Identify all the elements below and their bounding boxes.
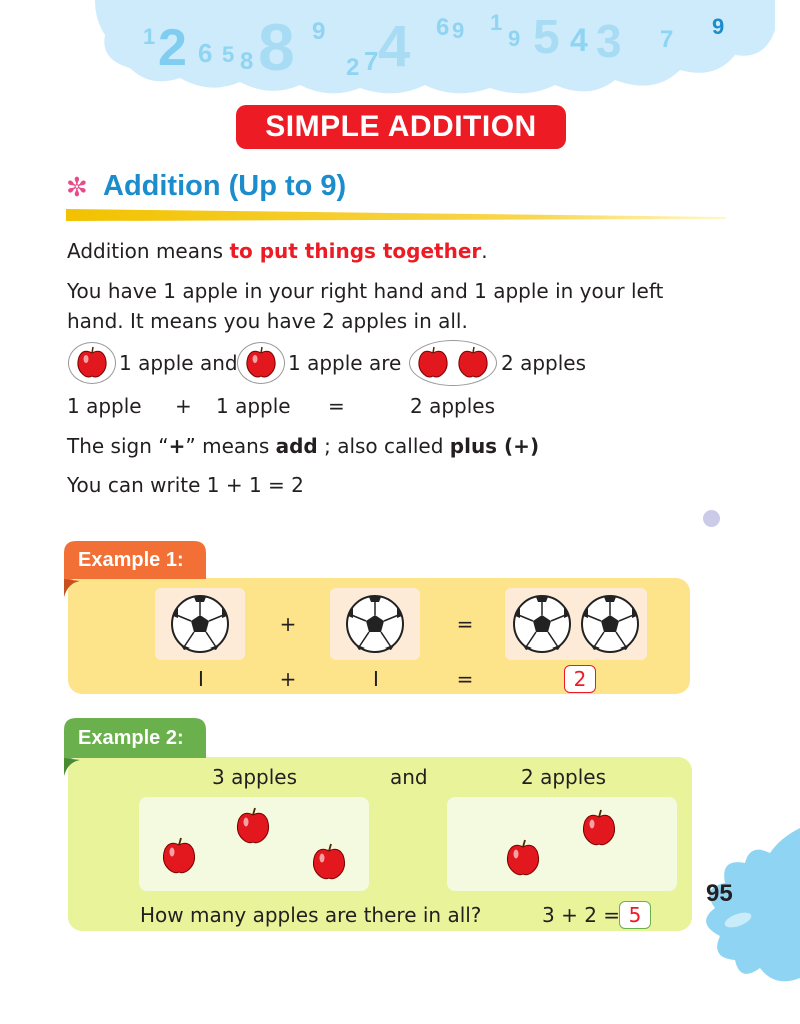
apple-oval <box>237 342 285 384</box>
flower-icon: ✼ <box>66 173 88 203</box>
right-group-label: 2 apples <box>521 765 607 789</box>
digit: 9 <box>508 26 521 51</box>
digit: 1 <box>143 24 156 49</box>
apple-icon <box>237 807 269 844</box>
text: ” means <box>185 434 276 458</box>
bold-text: plus (+) <box>449 434 540 458</box>
apple-icon <box>313 843 345 880</box>
sign-line: The sign “+” means add ; also called plu… <box>67 433 539 459</box>
apple-icon <box>77 346 107 378</box>
text: . <box>481 239 488 263</box>
digit: 9 <box>312 18 326 45</box>
football-icon <box>581 595 639 653</box>
apple-icon <box>583 809 615 846</box>
left-group-label: 3 apples <box>212 765 298 789</box>
left-apples-box <box>139 797 369 891</box>
definition-line: Addition means to put things together. <box>67 238 488 264</box>
apple-icon <box>246 346 276 378</box>
and-label: and <box>390 765 428 789</box>
bold-text: add <box>275 434 318 458</box>
paragraph-line: You have 1 apple in your right hand and … <box>67 279 664 303</box>
section-title: Addition (Up to 9) <box>103 170 347 202</box>
digit: 8 <box>240 48 254 75</box>
page-number: 95 <box>706 880 733 907</box>
digit: 7 <box>364 46 379 76</box>
example2-label: Example 2: <box>78 727 184 749</box>
page-splash <box>706 828 800 982</box>
football-icon <box>513 595 571 653</box>
digit: 5 <box>533 11 560 64</box>
section-underline <box>66 209 726 221</box>
equals-sign: = <box>456 667 474 691</box>
apples-oval <box>409 340 497 386</box>
digit: 4 <box>570 22 588 58</box>
digit: 8 <box>258 10 295 84</box>
apple-icon <box>458 346 488 378</box>
count-1: I <box>198 667 204 691</box>
count-2: I <box>373 667 379 691</box>
digit: 2 <box>346 54 360 81</box>
football-icon <box>346 595 404 653</box>
ball-box <box>505 588 647 660</box>
digit: 9 <box>712 14 725 39</box>
text: ; also called <box>317 434 450 458</box>
apple-text: 1 apple are <box>288 351 402 375</box>
apple-text: 1 apple and <box>119 351 238 375</box>
apple-icon <box>163 837 195 874</box>
page-title: SIMPLE ADDITION <box>236 105 566 149</box>
apple-oval <box>68 342 116 384</box>
bold-text: + <box>168 434 186 458</box>
plus-sign: + <box>175 394 192 418</box>
equation-text: 3 + 2 = <box>542 903 621 927</box>
apple-icon <box>418 346 448 378</box>
digit: 4 <box>378 14 411 79</box>
question-text: How many apples are there in all? <box>140 903 482 927</box>
football-icon <box>171 595 229 653</box>
digit: 1 <box>490 10 503 35</box>
answer-box: 2 <box>564 665 596 693</box>
word-b: 1 apple <box>216 394 291 418</box>
equals-sign: = <box>456 612 474 636</box>
word-c: 2 apples <box>410 394 496 418</box>
word-a: 1 apple <box>67 394 142 418</box>
apple-icon <box>507 839 539 876</box>
equals-sign: = <box>328 394 345 418</box>
digit: 5 <box>222 42 235 67</box>
ball-box <box>330 588 420 660</box>
decor-dot <box>703 510 720 527</box>
ball-box <box>155 588 245 660</box>
paragraph-line: hand. It means you have 2 apples in all. <box>67 309 468 333</box>
digit: 7 <box>660 26 674 53</box>
header-digits: 1 2 6 5 8 8 9 2 7 4 6 9 1 9 5 4 3 7 9 <box>0 0 800 100</box>
text: The sign “ <box>67 434 169 458</box>
text: Addition means <box>67 239 230 263</box>
highlight-text: to put things together <box>229 239 482 263</box>
digit: 6 <box>198 38 213 68</box>
digit: 9 <box>452 18 465 43</box>
plus-sign: + <box>279 612 297 636</box>
digit: 3 <box>596 15 622 67</box>
plus-sign: + <box>279 667 297 691</box>
answer-box: 5 <box>619 901 651 929</box>
apple-text: 2 apples <box>501 351 587 375</box>
write-line: You can write 1 + 1 = 2 <box>67 473 304 497</box>
example1-label: Example 1: <box>78 549 184 571</box>
digit: 6 <box>436 14 450 41</box>
digit: 2 <box>158 19 187 77</box>
right-apples-box <box>447 797 677 891</box>
